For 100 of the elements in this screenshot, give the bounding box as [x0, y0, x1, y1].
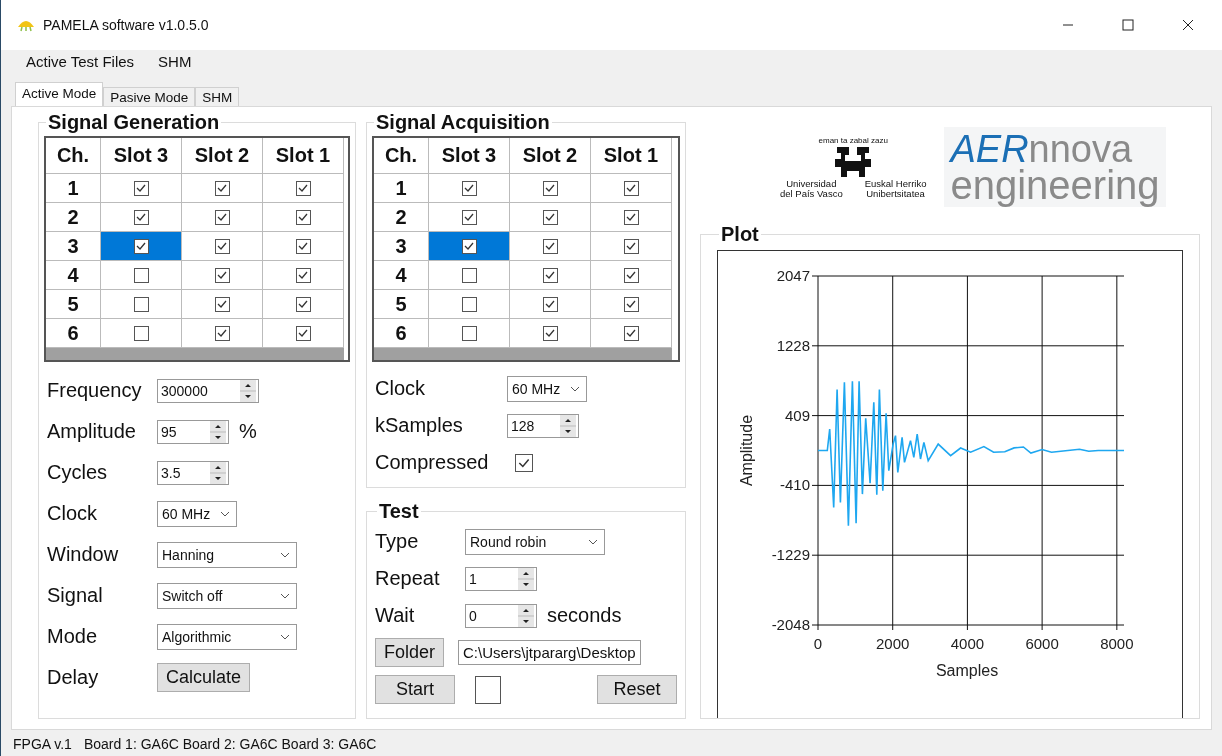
checkbox[interactable]: [133, 238, 149, 254]
grid-cell[interactable]: [263, 232, 344, 261]
checkbox[interactable]: [461, 325, 477, 341]
checkbox[interactable]: [133, 209, 149, 225]
row-header: 2: [374, 203, 429, 232]
checkbox[interactable]: [133, 180, 149, 196]
checkbox[interactable]: [295, 209, 311, 225]
grid-cell[interactable]: [101, 174, 182, 203]
grid-cell[interactable]: [101, 290, 182, 319]
maximize-icon[interactable]: [1122, 19, 1134, 31]
start-button[interactable]: Start: [375, 675, 455, 704]
checkbox[interactable]: [295, 238, 311, 254]
spin-buttons[interactable]: [518, 604, 534, 627]
checkmark-icon: [297, 269, 309, 281]
grid-cell[interactable]: [591, 232, 672, 261]
grid-cell[interactable]: [263, 261, 344, 290]
grid-cell[interactable]: [263, 174, 344, 203]
grid-cell[interactable]: [101, 232, 182, 261]
grid-cell[interactable]: [591, 174, 672, 203]
checkbox[interactable]: [133, 267, 149, 283]
dropdown[interactable]: Algorithmic: [157, 623, 297, 650]
spin-buttons[interactable]: [210, 420, 226, 443]
checkbox[interactable]: [214, 267, 230, 283]
checkbox[interactable]: [623, 296, 639, 312]
checkbox[interactable]: [295, 267, 311, 283]
checkbox[interactable]: [214, 209, 230, 225]
reset-button[interactable]: Reset: [597, 675, 677, 704]
tab[interactable]: Pasive Mode: [103, 87, 196, 106]
number-field[interactable]: 95: [157, 419, 229, 444]
checkbox[interactable]: [623, 325, 639, 341]
checkbox[interactable]: [214, 180, 230, 196]
checkbox[interactable]: [214, 325, 230, 341]
number-field[interactable]: 1: [465, 566, 537, 591]
grid-cell[interactable]: [591, 290, 672, 319]
checkbox[interactable]: [623, 267, 639, 283]
checkbox[interactable]: [542, 209, 558, 225]
dropdown[interactable]: 60 MHz: [507, 375, 587, 402]
tab[interactable]: Active Mode: [15, 82, 104, 106]
grid-cell[interactable]: [182, 290, 263, 319]
action-button[interactable]: Calculate: [157, 663, 251, 692]
checkbox[interactable]: [295, 296, 311, 312]
tick-label: 2000: [876, 635, 910, 652]
spin-buttons[interactable]: [518, 567, 534, 590]
dropdown[interactable]: Hanning: [157, 541, 297, 568]
grid-cell[interactable]: [510, 232, 591, 261]
grid-cell[interactable]: [182, 232, 263, 261]
spin-buttons[interactable]: [560, 414, 576, 437]
checkbox[interactable]: [214, 238, 230, 254]
checkbox[interactable]: [542, 296, 558, 312]
checkbox[interactable]: [461, 296, 477, 312]
checkbox[interactable]: [542, 238, 558, 254]
number-field[interactable]: 300000: [157, 378, 259, 403]
status-checkbox[interactable]: [475, 675, 501, 704]
grid-cell[interactable]: [510, 261, 591, 290]
checkbox[interactable]: [461, 180, 477, 196]
tab[interactable]: SHM: [195, 87, 240, 106]
grid-cell[interactable]: [429, 290, 510, 319]
checkbox[interactable]: [515, 453, 533, 472]
checkbox[interactable]: [133, 325, 149, 341]
grid-cell[interactable]: [182, 261, 263, 290]
folder-button[interactable]: Folder: [375, 638, 445, 667]
chevron-icon: [570, 385, 580, 392]
grid-cell[interactable]: [510, 174, 591, 203]
grid-cell[interactable]: [182, 174, 263, 203]
dropdown[interactable]: 60 MHz: [157, 500, 237, 527]
menu-item[interactable]: Active Test Files: [26, 52, 135, 70]
close-icon[interactable]: [1182, 19, 1194, 31]
checkbox[interactable]: [542, 180, 558, 196]
checkbox[interactable]: [214, 296, 230, 312]
grid-cell[interactable]: [182, 203, 263, 232]
spin-buttons[interactable]: [240, 379, 256, 402]
checkbox[interactable]: [295, 180, 311, 196]
dropdown[interactable]: Switch off: [157, 582, 297, 609]
grid-cell[interactable]: [263, 290, 344, 319]
grid-cell[interactable]: [429, 232, 510, 261]
grid-cell[interactable]: [591, 261, 672, 290]
checkbox[interactable]: [542, 325, 558, 341]
number-field[interactable]: 3.5: [157, 460, 229, 485]
checkbox[interactable]: [295, 325, 311, 341]
grid-cell[interactable]: [510, 203, 591, 232]
checkbox[interactable]: [623, 238, 639, 254]
checkbox[interactable]: [542, 267, 558, 283]
checkbox[interactable]: [133, 296, 149, 312]
checkbox[interactable]: [461, 267, 477, 283]
grid-cell[interactable]: [263, 203, 344, 232]
checkbox[interactable]: [623, 180, 639, 196]
checkbox[interactable]: [461, 209, 477, 225]
number-field[interactable]: 0: [465, 603, 537, 628]
checkbox[interactable]: [623, 209, 639, 225]
grid-cell[interactable]: [429, 174, 510, 203]
grid-cell[interactable]: [510, 290, 591, 319]
spin-buttons[interactable]: [210, 461, 226, 484]
number-field[interactable]: 128: [507, 413, 579, 438]
grid-cell[interactable]: [101, 261, 182, 290]
menu-item[interactable]: SHM: [158, 52, 192, 70]
checkbox[interactable]: [461, 238, 477, 254]
grid-cell[interactable]: [591, 203, 672, 232]
grid-cell[interactable]: [429, 261, 510, 290]
dropdown[interactable]: Round robin: [465, 528, 605, 555]
path-field[interactable]: C:\Users\jtpararg\Desktop: [458, 640, 641, 665]
